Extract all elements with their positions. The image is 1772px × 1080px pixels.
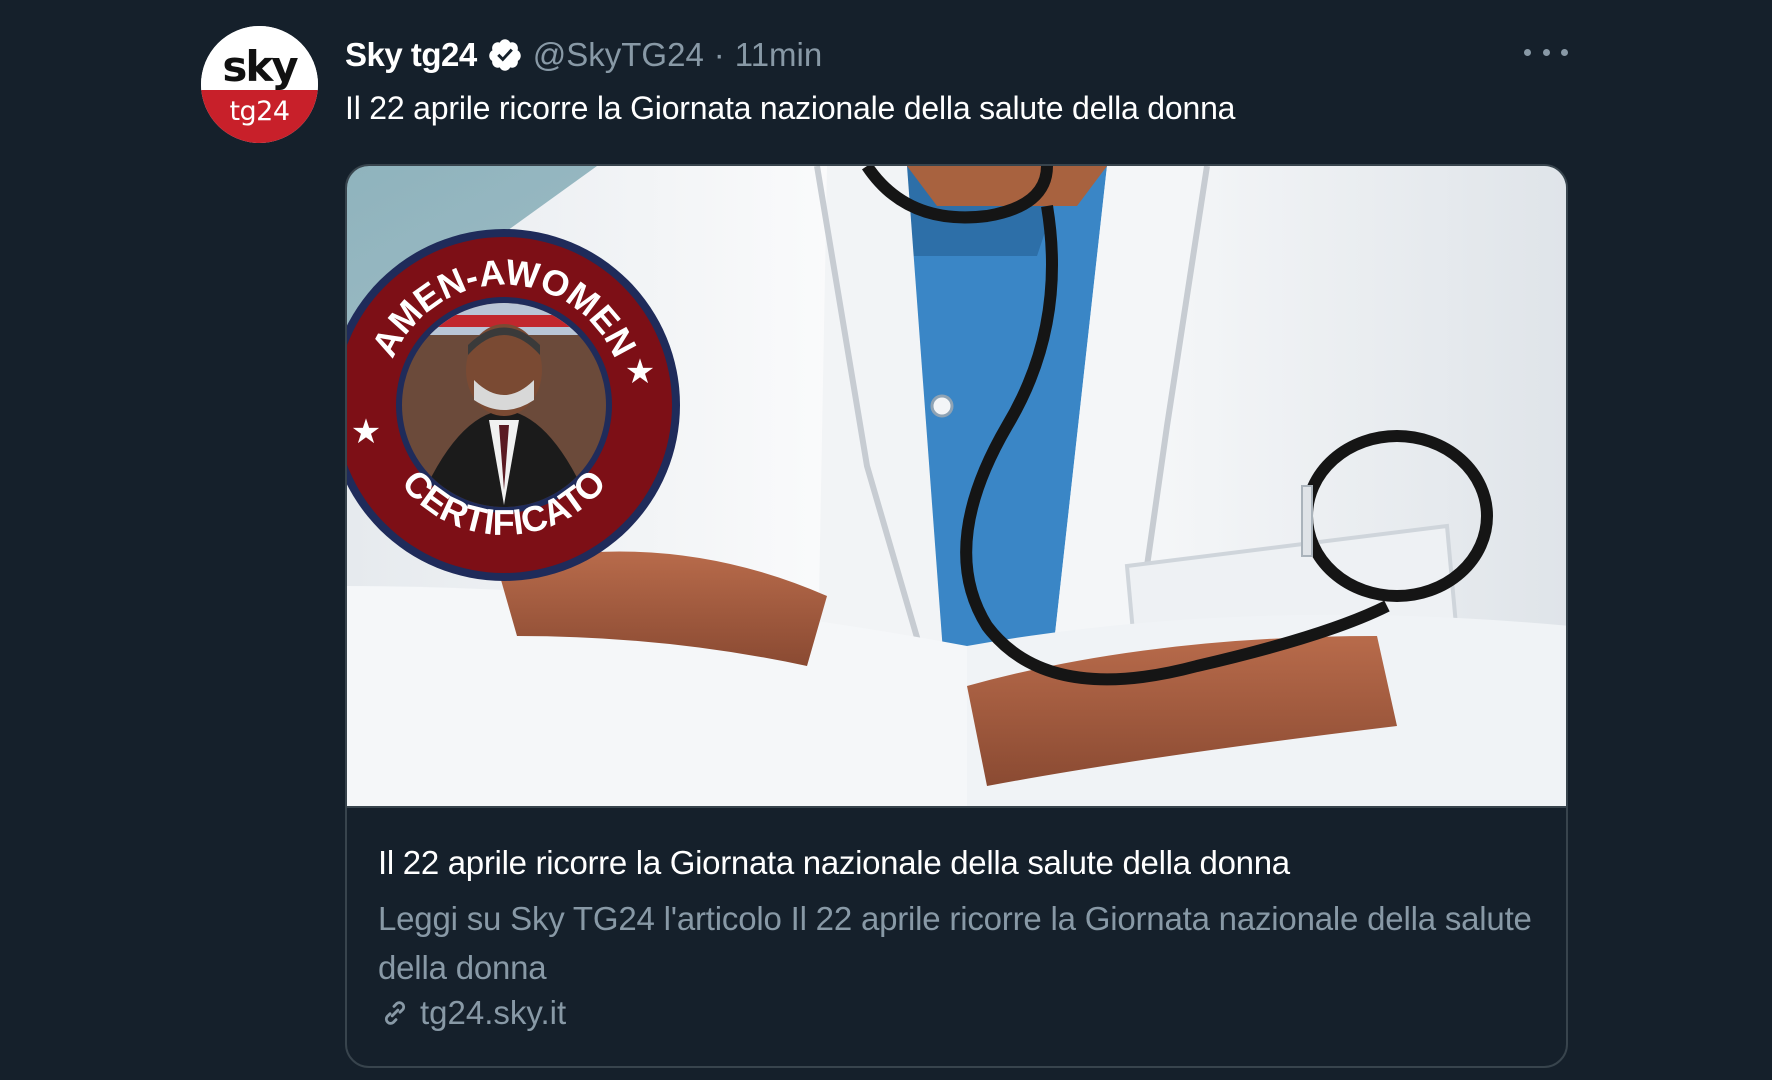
avatar-top: sky	[201, 26, 318, 91]
card-title[interactable]: Il 22 aprile ricorre la Giornata naziona…	[378, 844, 1290, 882]
tweet-header: Sky tg24 @SkyTG24 · 11min	[345, 33, 822, 77]
separator-dot: ·	[713, 36, 725, 73]
badge-star-right: ★	[625, 353, 655, 391]
avatar-logo-tg24: tg24	[229, 96, 290, 128]
certified-badge-stamp: AMEN-AWOMEN CERTIFICATO ★ ★	[347, 229, 680, 581]
card-domain[interactable]: tg24.sky.it	[378, 994, 566, 1032]
link-icon	[384, 1001, 406, 1025]
profile-avatar[interactable]: sky tg24	[201, 26, 318, 143]
verified-badge-icon	[488, 39, 521, 71]
avatar-bottom: tg24	[201, 90, 318, 143]
more-options-icon[interactable]	[1524, 38, 1568, 66]
tweet-timestamp[interactable]: 11min	[735, 36, 822, 74]
link-preview-card[interactable]: AMEN-AWOMEN CERTIFICATO ★ ★ Il 22 aprile…	[345, 164, 1568, 1068]
more-dot	[1561, 48, 1568, 56]
display-name[interactable]: Sky tg24	[345, 36, 477, 74]
card-divider	[347, 806, 1566, 808]
tweet-text: Il 22 aprile ricorre la Giornata naziona…	[345, 90, 1236, 126]
avatar-logo-sky: sky	[222, 41, 298, 91]
card-domain-text[interactable]: tg24.sky.it	[420, 994, 566, 1032]
more-dot	[1542, 48, 1550, 56]
tweet[interactable]: sky tg24 Sky tg24 @SkyTG24 · 11min Il 22…	[0, 0, 1772, 1080]
user-handle[interactable]: @SkyTG24	[533, 36, 704, 74]
badge-star-left: ★	[351, 413, 381, 451]
more-dot	[1524, 48, 1531, 56]
card-description: Leggi su Sky TG24 l'articolo Il 22 april…	[378, 900, 1532, 986]
